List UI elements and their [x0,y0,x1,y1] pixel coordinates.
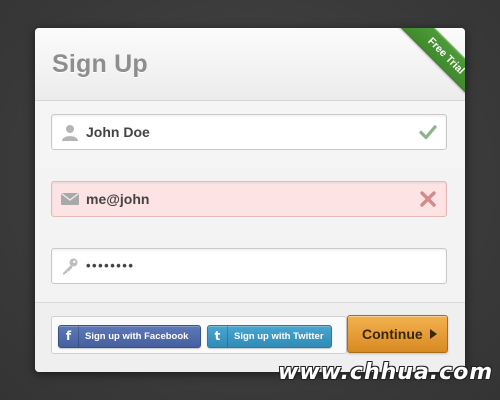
x-icon [420,191,436,207]
email-value: me@john [86,191,150,207]
twitter-signup-label: Sign up with Twitter [234,331,324,342]
twitter-signup-button[interactable]: t Sign up with Twitter [207,325,332,348]
password-value: •••••••• [86,258,135,273]
facebook-signup-button[interactable]: f Sign up with Facebook [58,325,201,348]
continue-label: Continue [362,326,423,342]
email-field[interactable]: me@john [51,181,447,217]
key-icon [63,258,78,275]
name-row: John Doe [35,101,465,169]
card-header: Sign Up Free Trial [35,28,465,104]
password-field[interactable]: •••••••• [51,248,447,284]
watermark: www.chhua.com [278,360,494,385]
user-icon [62,125,78,141]
facebook-icon: f [59,326,79,347]
continue-button[interactable]: Continue [347,315,448,353]
twitter-icon: t [208,326,228,347]
envelope-icon [61,192,79,205]
facebook-signup-label: Sign up with Facebook [85,331,189,342]
email-row: me@john [35,168,465,236]
social-signup-group: f Sign up with Facebook t Sign up with T… [51,316,347,354]
password-row: •••••••• [35,235,465,303]
checkmark-icon [419,125,437,140]
free-trial-ribbon: Free Trial [398,28,465,104]
page-title: Sign Up [52,50,148,78]
name-field[interactable]: John Doe [51,114,447,150]
ribbon-container: Free Trial [385,28,465,108]
play-arrow-icon [430,329,437,339]
name-value: John Doe [86,124,150,140]
signup-card: Sign Up Free Trial John Doe me@john ••••… [35,28,465,372]
